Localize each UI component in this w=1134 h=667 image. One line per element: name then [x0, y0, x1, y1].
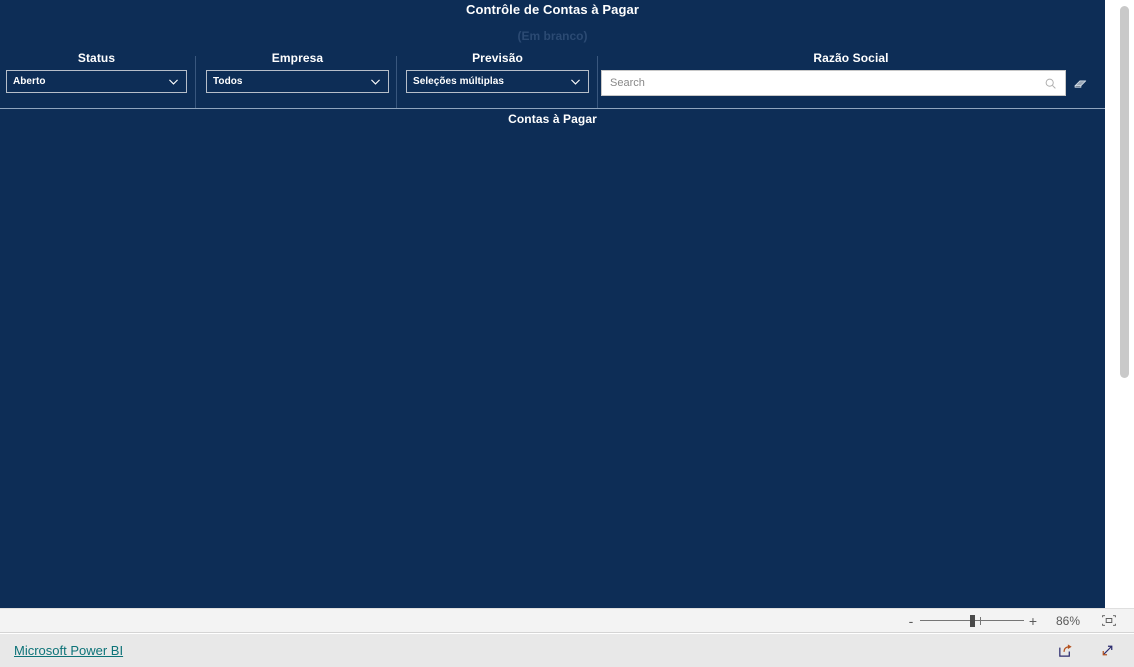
- share-icon: [1058, 644, 1072, 657]
- slicer-divider: [0, 108, 1105, 109]
- slicer-empresa-dropdown[interactable]: Todos: [206, 70, 389, 93]
- slicer-separator: [396, 56, 397, 108]
- clear-selections-button[interactable]: [1066, 70, 1094, 96]
- fit-to-page-button[interactable]: [1096, 612, 1122, 630]
- slicer-previsao: Previsão Seleções múltiplas: [406, 50, 589, 93]
- fullscreen-button[interactable]: [1096, 640, 1118, 662]
- zoom-slider[interactable]: [920, 612, 1024, 630]
- footer-actions: [1054, 640, 1134, 662]
- slicer-empresa-label: Empresa: [271, 51, 324, 65]
- slicer-status-dropdown[interactable]: Aberto: [6, 70, 187, 93]
- blank-value-label: (Em branco): [517, 29, 588, 43]
- slicer-status-value: Aberto: [13, 76, 46, 87]
- power-bi-brand-link[interactable]: Microsoft Power BI: [14, 643, 123, 658]
- slicer-separator: [195, 56, 196, 108]
- slicer-previsao-value: Seleções múltiplas: [413, 76, 504, 87]
- zoom-out-button[interactable]: -: [902, 612, 920, 630]
- slicer-razao-social-label: Razão Social: [813, 51, 889, 65]
- power-bi-report-viewer: Contrôle de Contas à Pagar (Em branco) S…: [0, 0, 1134, 667]
- slicer-previsao-dropdown[interactable]: Seleções múltiplas: [406, 70, 589, 93]
- status-bar: - + 86%: [0, 608, 1134, 633]
- chevron-down-icon: [169, 79, 178, 85]
- share-button[interactable]: [1054, 640, 1076, 662]
- zoom-percent-label: 86%: [1055, 613, 1081, 628]
- search-box[interactable]: [601, 70, 1066, 96]
- report-canvas: Contrôle de Contas à Pagar (Em branco) S…: [0, 0, 1105, 608]
- zoom-control: - + 86%: [902, 612, 1122, 630]
- search-icon: [1045, 78, 1056, 89]
- search-input[interactable]: [610, 77, 1044, 89]
- fit-to-page-icon: [1102, 615, 1116, 626]
- page-title: Contrôle de Contas à Pagar: [465, 2, 640, 17]
- slicer-bar: Status Aberto Empresa Todos Previsão Sel…: [0, 50, 1105, 108]
- razao-social-search-row: [601, 70, 1101, 96]
- slicer-razao-social: Razão Social: [601, 50, 1101, 96]
- slicer-previsao-label: Previsão: [472, 51, 523, 65]
- chevron-down-icon: [571, 79, 580, 85]
- scrollbar-thumb[interactable]: [1120, 6, 1129, 378]
- slicer-empresa-value: Todos: [213, 76, 243, 87]
- eraser-icon: [1074, 79, 1086, 88]
- slicer-separator: [597, 56, 598, 108]
- report-footer: Microsoft Power BI: [0, 634, 1134, 667]
- fullscreen-icon: [1102, 645, 1112, 656]
- section-title: Contas à Pagar: [508, 112, 597, 126]
- slicer-status: Status Aberto: [6, 50, 187, 93]
- zoom-in-button[interactable]: +: [1024, 612, 1042, 630]
- vertical-scrollbar[interactable]: [1116, 0, 1134, 608]
- zoom-slider-thumb[interactable]: [970, 614, 975, 627]
- chevron-down-icon: [371, 79, 380, 85]
- slicer-empresa: Empresa Todos: [206, 50, 389, 93]
- zoom-slider-tick: [980, 616, 981, 625]
- slicer-status-label: Status: [77, 51, 116, 65]
